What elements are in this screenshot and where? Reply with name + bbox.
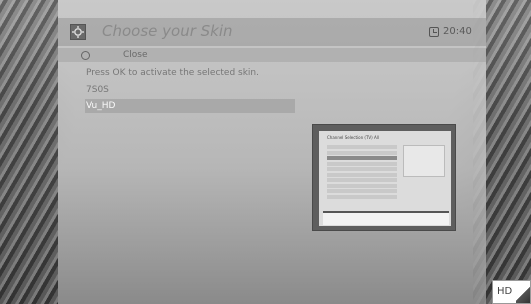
preview-channel-list bbox=[327, 145, 397, 203]
instruction-text: Press OK to activate the selected skin. bbox=[86, 68, 259, 78]
preview-list-row bbox=[327, 145, 397, 149]
preview-list-row bbox=[327, 178, 397, 182]
settings-icon bbox=[70, 24, 86, 40]
preview-infobar bbox=[323, 211, 449, 225]
skin-item-vu-hd[interactable]: Vu_HD bbox=[85, 99, 295, 113]
preview-list-row bbox=[327, 172, 397, 177]
skin-item-7s0s[interactable]: 7S0S bbox=[85, 83, 295, 97]
preview-title: Channel Selection (TV) All bbox=[327, 135, 379, 140]
clock-icon bbox=[429, 27, 439, 37]
skin-preview-image: Channel Selection (TV) All bbox=[312, 124, 456, 231]
preview-list-row bbox=[327, 189, 397, 193]
skin-preview-screen: Channel Selection (TV) All bbox=[319, 131, 451, 226]
preview-info-box bbox=[403, 145, 445, 177]
preview-list-row bbox=[327, 161, 397, 166]
background-mountain-left bbox=[0, 0, 58, 304]
page-title: Choose your Skin bbox=[102, 22, 233, 40]
clock-time: 20:40 bbox=[443, 26, 472, 37]
preview-list-row bbox=[327, 167, 397, 171]
close-label[interactable]: Close bbox=[123, 50, 148, 60]
preview-list-row bbox=[327, 194, 397, 199]
preview-list-row bbox=[327, 156, 397, 160]
hd-corner-icon bbox=[516, 284, 530, 303]
circle-button-icon[interactable] bbox=[81, 51, 90, 60]
preview-list-row bbox=[327, 150, 397, 155]
preview-list-row bbox=[327, 183, 397, 188]
